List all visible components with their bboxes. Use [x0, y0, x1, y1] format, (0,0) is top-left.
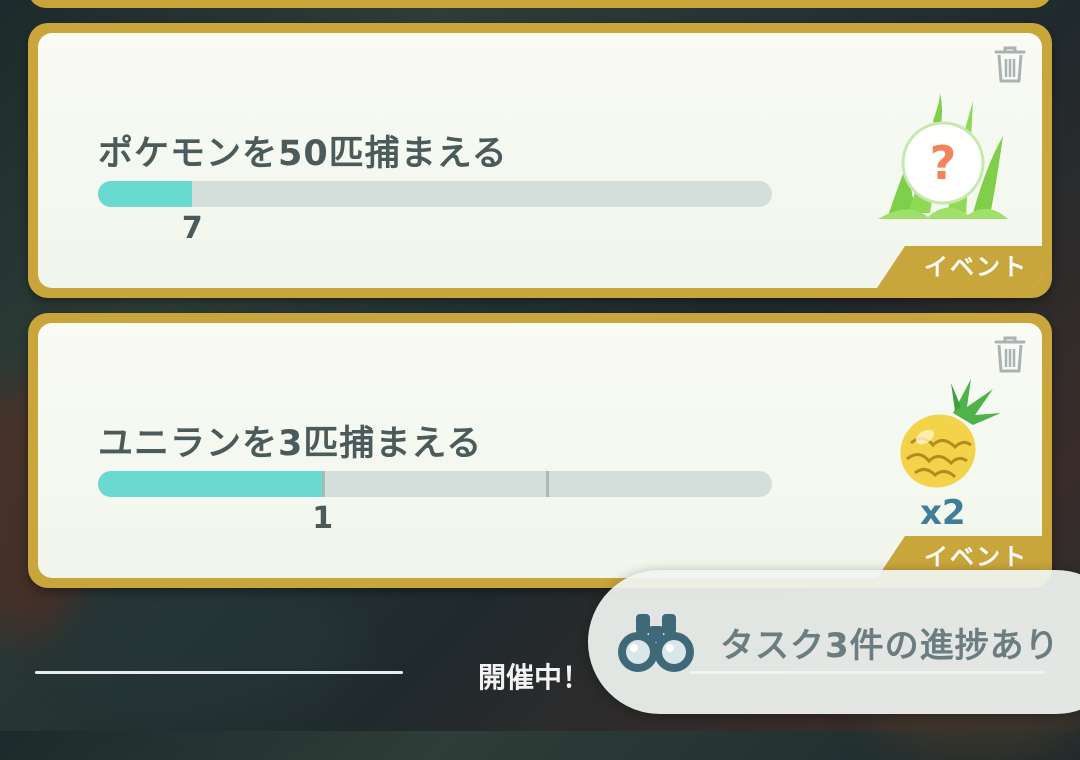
progress-count: 7	[181, 211, 203, 246]
progress-fill	[98, 181, 193, 207]
task-card[interactable]: ユニランを3匹捕まえる 1 x2 イベント	[28, 313, 1052, 588]
progress-segment-divider	[546, 471, 550, 497]
mystery-encounter-icon: ?	[878, 93, 1008, 219]
progress-bar	[98, 181, 772, 207]
reward-multiplier: x2	[920, 493, 966, 533]
svg-text:?: ?	[930, 136, 957, 190]
task-title: ポケモンを50匹捕まえる	[98, 134, 508, 174]
task-title: ユニランを3匹捕まえる	[98, 424, 483, 464]
task-progress-toast[interactable]: タスク3件の進捗あり	[588, 570, 1080, 714]
event-tag-label: イベント	[924, 253, 1028, 281]
task-card-body: ポケモンを50匹捕まえる 7 ? イベント	[38, 33, 1042, 288]
task-card[interactable]: ポケモンを50匹捕まえる 7 ? イベント	[28, 23, 1052, 298]
previous-task-card-edge	[28, 0, 1052, 8]
progress-count: 1	[312, 501, 334, 536]
progress-segment-divider	[321, 471, 325, 497]
progress-fill	[98, 471, 323, 497]
event-tag-label: イベント	[924, 543, 1028, 571]
binoculars-icon	[618, 614, 694, 672]
task-card-body: ユニランを3匹捕まえる 1 x2 イベント	[38, 323, 1042, 578]
footer-divider	[35, 671, 403, 674]
golden-pinap-berry-icon	[900, 379, 1001, 488]
event-status-label: 開催中！	[478, 661, 591, 694]
event-tag: イベント	[877, 246, 1042, 288]
trash-icon[interactable]	[992, 333, 1028, 375]
toast-message: タスク3件の進捗あり	[720, 626, 1060, 666]
progress-bar	[98, 471, 772, 497]
trash-icon[interactable]	[992, 43, 1028, 85]
